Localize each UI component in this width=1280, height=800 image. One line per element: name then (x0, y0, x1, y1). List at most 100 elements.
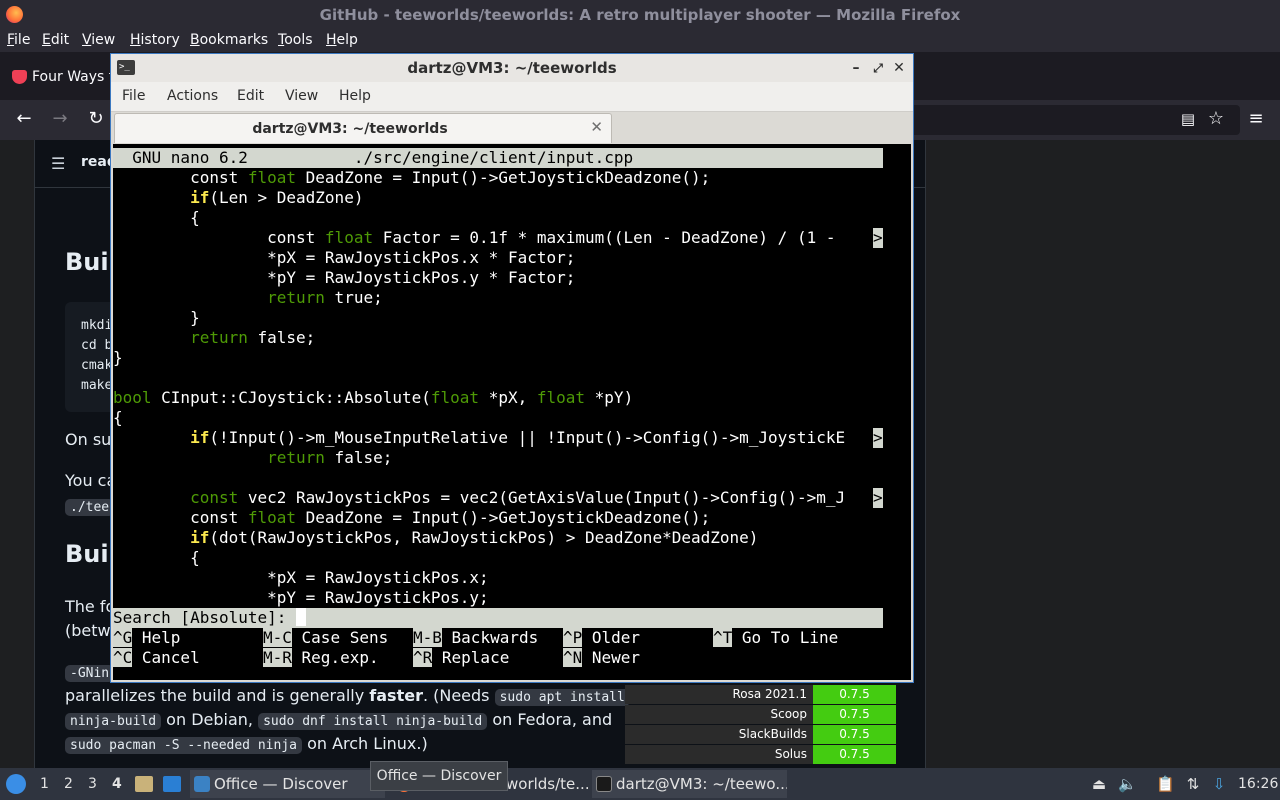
workspace-4[interactable]: 4 (112, 776, 122, 792)
inline-code-paragraph: ./tee (65, 496, 115, 516)
code-line: mkdi (81, 318, 113, 333)
code-line: make (81, 378, 113, 393)
shortcut-older[interactable]: ^P Older (563, 628, 640, 648)
shortcut-help[interactable]: ^G Help (113, 628, 180, 648)
tab-close-icon[interactable]: ✕ (590, 118, 603, 136)
inline-code: sudo pacman -S --needed ninja (65, 737, 302, 754)
terminal-tab[interactable]: dartz@VM3: ~/teeworlds ✕ (114, 113, 612, 143)
task-tooltip: Office — Discover (370, 761, 508, 791)
code-line: { (113, 208, 200, 227)
text: . (Needs (422, 686, 495, 705)
bookmark-star-icon[interactable]: ☆ (1204, 108, 1228, 130)
update-icon[interactable]: ⇩ (1210, 775, 1228, 793)
term-menu-edit[interactable]: Edit (237, 88, 264, 104)
network-icon[interactable]: ⇅ (1184, 775, 1202, 793)
forward-arrow-icon[interactable]: → (48, 108, 72, 130)
desktop-icon[interactable] (163, 776, 181, 792)
package-version: 0.7.5 (813, 745, 896, 764)
code-line: *pY = RawJoystickPos.y * Factor; (113, 268, 576, 287)
shortcut-cancel[interactable]: ^C Cancel (113, 648, 200, 668)
term-menu-actions[interactable]: Actions (167, 88, 218, 104)
code-line: { (113, 408, 123, 427)
firefox-logo-icon (6, 6, 23, 23)
task-office-discover[interactable]: Office — Discover (190, 770, 385, 798)
eject-icon[interactable]: ⏏ (1090, 775, 1108, 793)
task-label: Office — Discover (214, 775, 348, 793)
package-row[interactable]: Rosa 2021.1 0.7.5 (625, 685, 896, 705)
task-terminal[interactable]: dartz@VM3: ~/teewo... (592, 770, 787, 798)
shortcut-backwards[interactable]: M-B Backwards (413, 628, 538, 648)
packaging-status-table: Rosa 2021.1 0.7.5 Scoop 0.7.5 SlackBuilds 0… (625, 685, 896, 768)
package-name: Rosa 2021.1 (625, 685, 813, 704)
start-menu-icon[interactable] (6, 774, 26, 794)
terminal-window-title: dartz@VM3: ~/teeworlds (407, 59, 617, 77)
bookmark-four-ways[interactable]: Four Ways t (4, 60, 124, 94)
package-row[interactable]: Scoop 0.7.5 (625, 705, 896, 725)
package-name: Solus (625, 745, 813, 764)
bookmark-label: Four Ways t (32, 69, 115, 85)
ff-menu-file[interactable]: File (7, 32, 30, 48)
inline-code: ninja-build (65, 713, 162, 730)
task-label: worlds/te... (506, 775, 588, 793)
code-line: *pX = RawJoystickPos.x * Factor; (113, 248, 576, 267)
code-line: return false; (267, 448, 393, 467)
ff-menu-help[interactable]: Help (326, 32, 358, 48)
inline-code: sudo dnf install ninja-build (258, 713, 488, 730)
terminal-screen[interactable]: GNU nano 6.2 ./src/engine/client/input.c… (113, 144, 911, 680)
clock[interactable]: 16:26 (1238, 776, 1278, 792)
maximize-icon[interactable]: ⤢ (869, 58, 887, 78)
code-line: } (113, 348, 123, 367)
shortcut-go-to-line[interactable]: ^T Go To Line (713, 628, 838, 648)
hamburger-menu-icon[interactable]: ≡ (1244, 108, 1268, 130)
shortcut-newer[interactable]: ^N Newer (563, 648, 640, 668)
package-row[interactable]: Solus 0.7.5 (625, 745, 896, 765)
code-line: *pX = RawJoystickPos.x; (113, 568, 489, 587)
code-line: if(!Input()->m_MouseInputRelative || !In… (190, 428, 846, 447)
minimize-icon[interactable]: – (847, 58, 865, 78)
term-menu-view[interactable]: View (285, 88, 318, 104)
clipboard-icon[interactable]: 📋 (1156, 775, 1175, 793)
terminal-titlebar[interactable]: >_ dartz@VM3: ~/teeworlds – ⤢ ✕ (111, 54, 913, 82)
line-truncation-marker: > (873, 228, 883, 248)
inline-code: ./tee (65, 499, 115, 516)
package-version: 0.7.5 (813, 725, 896, 744)
code-line: const float DeadZone = Input()->GetJoyst… (113, 508, 711, 527)
inline-code: sudo apt install (494, 689, 630, 706)
nano-search-prompt[interactable]: Search [Absolute]: (113, 608, 883, 628)
ff-menu-view[interactable]: View (82, 32, 115, 48)
code-line: const vec2 RawJoystickPos = vec2(GetAxis… (113, 488, 846, 507)
paragraph-ninja-2: ninja-build on Debian, sudo dnf install … (65, 710, 612, 730)
paragraph-ninja: parallelizes the build and is generally … (65, 686, 630, 706)
package-row[interactable]: SlackBuilds 0.7.5 (625, 725, 896, 745)
reload-icon[interactable]: ↻ (84, 108, 108, 130)
term-menu-file[interactable]: File (122, 88, 145, 104)
volume-icon[interactable]: 🔈 (1118, 775, 1137, 793)
text: parallelizes the build and is generally (65, 686, 370, 705)
file-manager-icon[interactable] (135, 776, 153, 792)
ff-menu-history[interactable]: History (130, 32, 180, 48)
code-line: { (113, 548, 200, 567)
ff-menu-tools[interactable]: Tools (278, 32, 313, 48)
workspace-2[interactable]: 2 (64, 776, 73, 792)
reader-view-icon[interactable]: ▤ (1176, 108, 1200, 130)
search-prompt-label: Search [Absolute]: (113, 608, 297, 627)
package-version: 0.7.5 (813, 705, 896, 724)
code-line: const float DeadZone = Input()->GetJoyst… (113, 168, 711, 187)
code-line: cmak (81, 358, 113, 373)
shortcut-replace[interactable]: ^R Replace (413, 648, 509, 668)
workspace-3[interactable]: 3 (88, 776, 97, 792)
shortcut-case-sens[interactable]: M-C Case Sens (263, 628, 388, 648)
outline-list-icon[interactable]: ☰ (51, 154, 65, 173)
desktop: GitHub - teeworlds/teeworlds: A retro mu… (0, 0, 1280, 800)
term-menu-help[interactable]: Help (339, 88, 371, 104)
paragraph: On sul (65, 430, 116, 449)
terminal-icon (596, 776, 612, 792)
close-icon[interactable]: ✕ (890, 58, 908, 78)
workspace-1[interactable]: 1 (40, 776, 49, 792)
code-line: *pY = RawJoystickPos.y; (113, 588, 489, 607)
ff-menu-edit[interactable]: Edit (42, 32, 69, 48)
taskbar: 1 2 3 4 Office — Discover worlds/te... d… (0, 768, 1280, 800)
ff-menu-bookmarks[interactable]: Bookmarks (190, 32, 268, 48)
shortcut-regexp[interactable]: M-R Reg.exp. (263, 648, 379, 668)
back-arrow-icon[interactable]: ← (12, 108, 36, 130)
